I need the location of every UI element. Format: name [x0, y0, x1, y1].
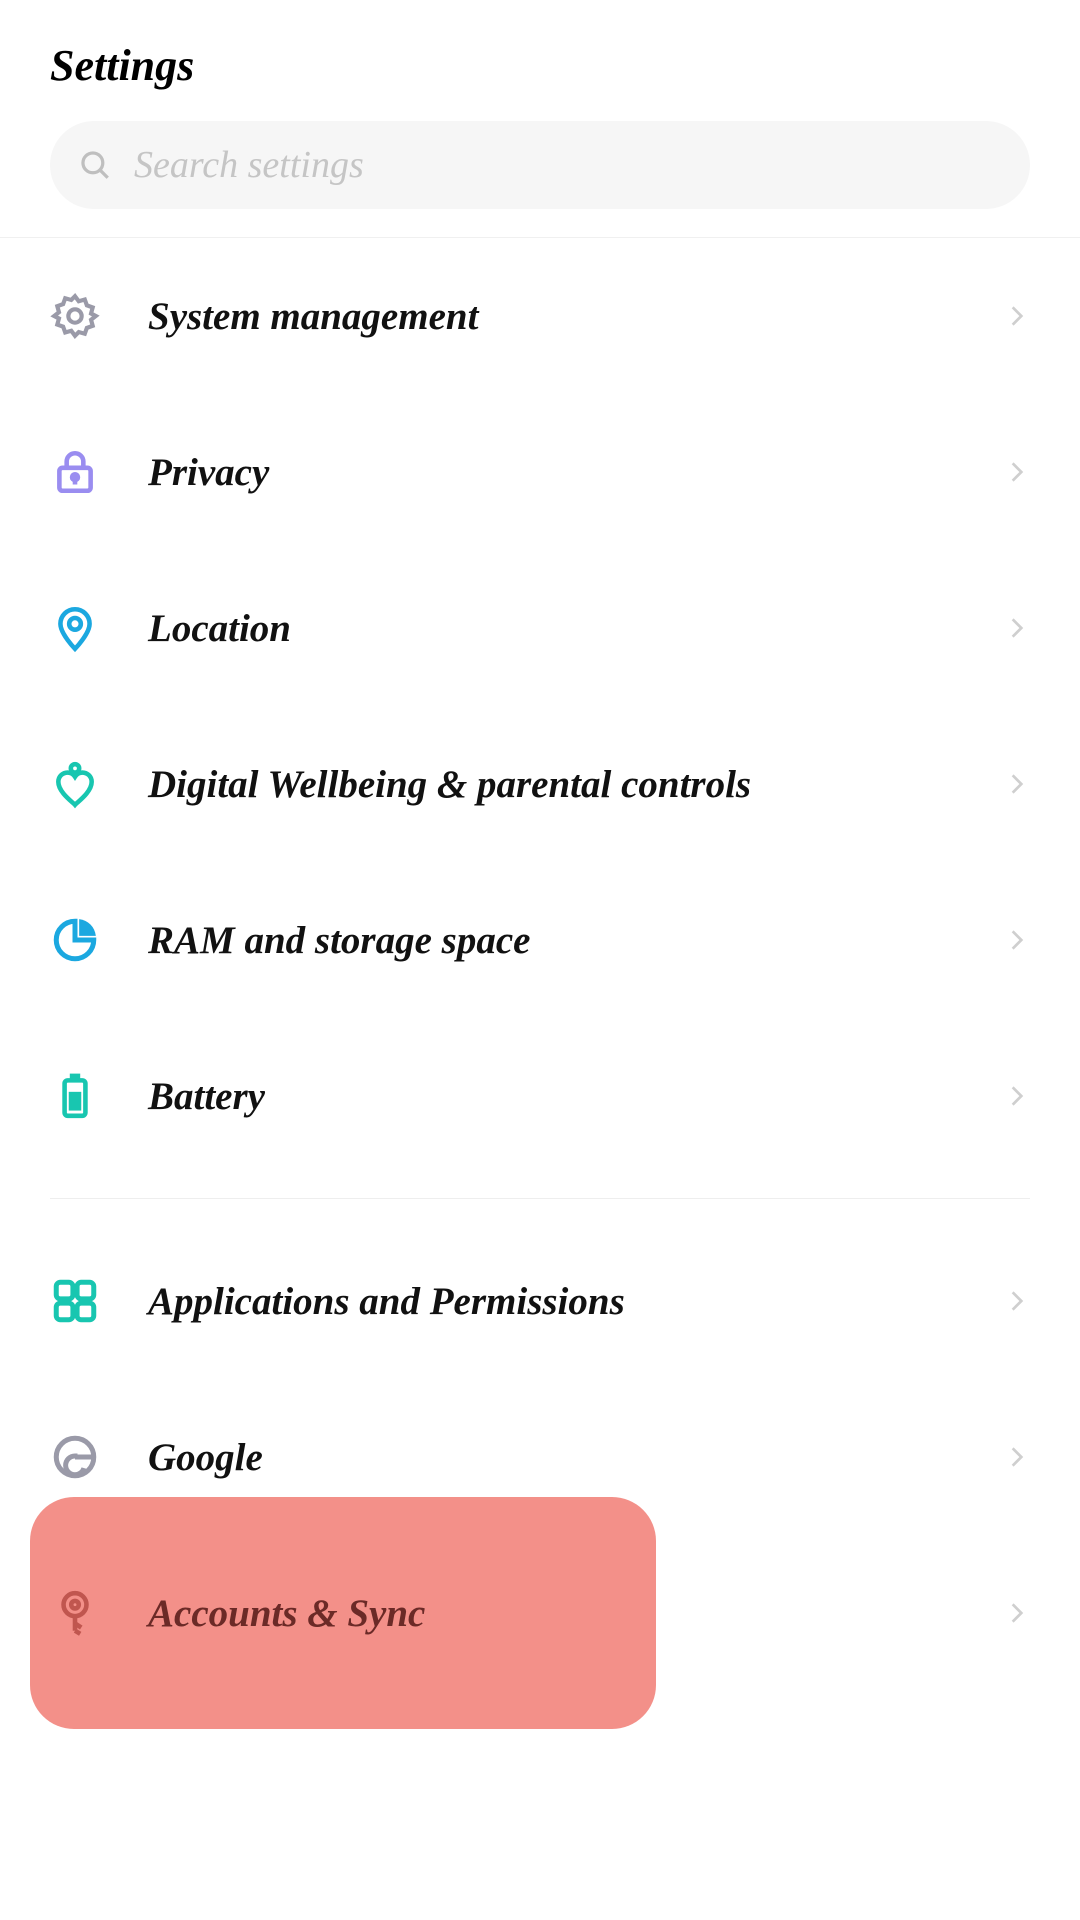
heart-person-icon — [50, 759, 100, 809]
item-label: Accounts & Sync — [148, 1591, 1004, 1636]
item-label: Google — [148, 1435, 1004, 1480]
google-icon — [50, 1432, 100, 1482]
settings-item-battery[interactable]: Battery — [0, 1018, 1080, 1174]
item-label: Applications and Permissions — [148, 1279, 1004, 1324]
settings-item-digital-wellbeing[interactable]: Digital Wellbeing & parental controls — [0, 706, 1080, 862]
chevron-right-icon — [1004, 927, 1030, 953]
settings-item-location[interactable]: Location — [0, 550, 1080, 706]
item-label: Privacy — [148, 450, 1004, 495]
item-label: Digital Wellbeing & parental controls — [148, 762, 1004, 807]
battery-icon — [50, 1071, 100, 1121]
settings-item-system-management[interactable]: System management — [0, 238, 1080, 394]
chevron-right-icon — [1004, 1444, 1030, 1470]
lock-icon — [50, 447, 100, 497]
page-title: Settings — [50, 40, 1030, 91]
chevron-right-icon — [1004, 1600, 1030, 1626]
settings-list: System management Privacy Location — [0, 237, 1080, 1691]
settings-item-applications-permissions[interactable]: Applications and Permissions — [0, 1223, 1080, 1379]
chevron-right-icon — [1004, 303, 1030, 329]
item-label: RAM and storage space — [148, 918, 1004, 963]
settings-item-accounts-sync[interactable]: Accounts & Sync — [0, 1535, 1080, 1691]
search-bar[interactable] — [50, 121, 1030, 209]
chevron-right-icon — [1004, 1083, 1030, 1109]
search-input[interactable] — [134, 143, 1002, 187]
header: Settings — [0, 0, 1080, 121]
settings-item-privacy[interactable]: Privacy — [0, 394, 1080, 550]
item-label: Location — [148, 606, 1004, 651]
pie-chart-icon — [50, 915, 100, 965]
settings-item-ram-storage[interactable]: RAM and storage space — [0, 862, 1080, 1018]
chevron-right-icon — [1004, 615, 1030, 641]
item-label: Battery — [148, 1074, 1004, 1119]
item-label: System management — [148, 294, 1004, 339]
gear-icon — [50, 291, 100, 341]
pin-icon — [50, 603, 100, 653]
chevron-right-icon — [1004, 771, 1030, 797]
divider — [50, 1198, 1030, 1199]
search-icon — [78, 148, 112, 182]
key-icon — [50, 1588, 100, 1638]
chevron-right-icon — [1004, 459, 1030, 485]
apps-icon — [50, 1276, 100, 1326]
chevron-right-icon — [1004, 1288, 1030, 1314]
search-container — [0, 121, 1080, 237]
